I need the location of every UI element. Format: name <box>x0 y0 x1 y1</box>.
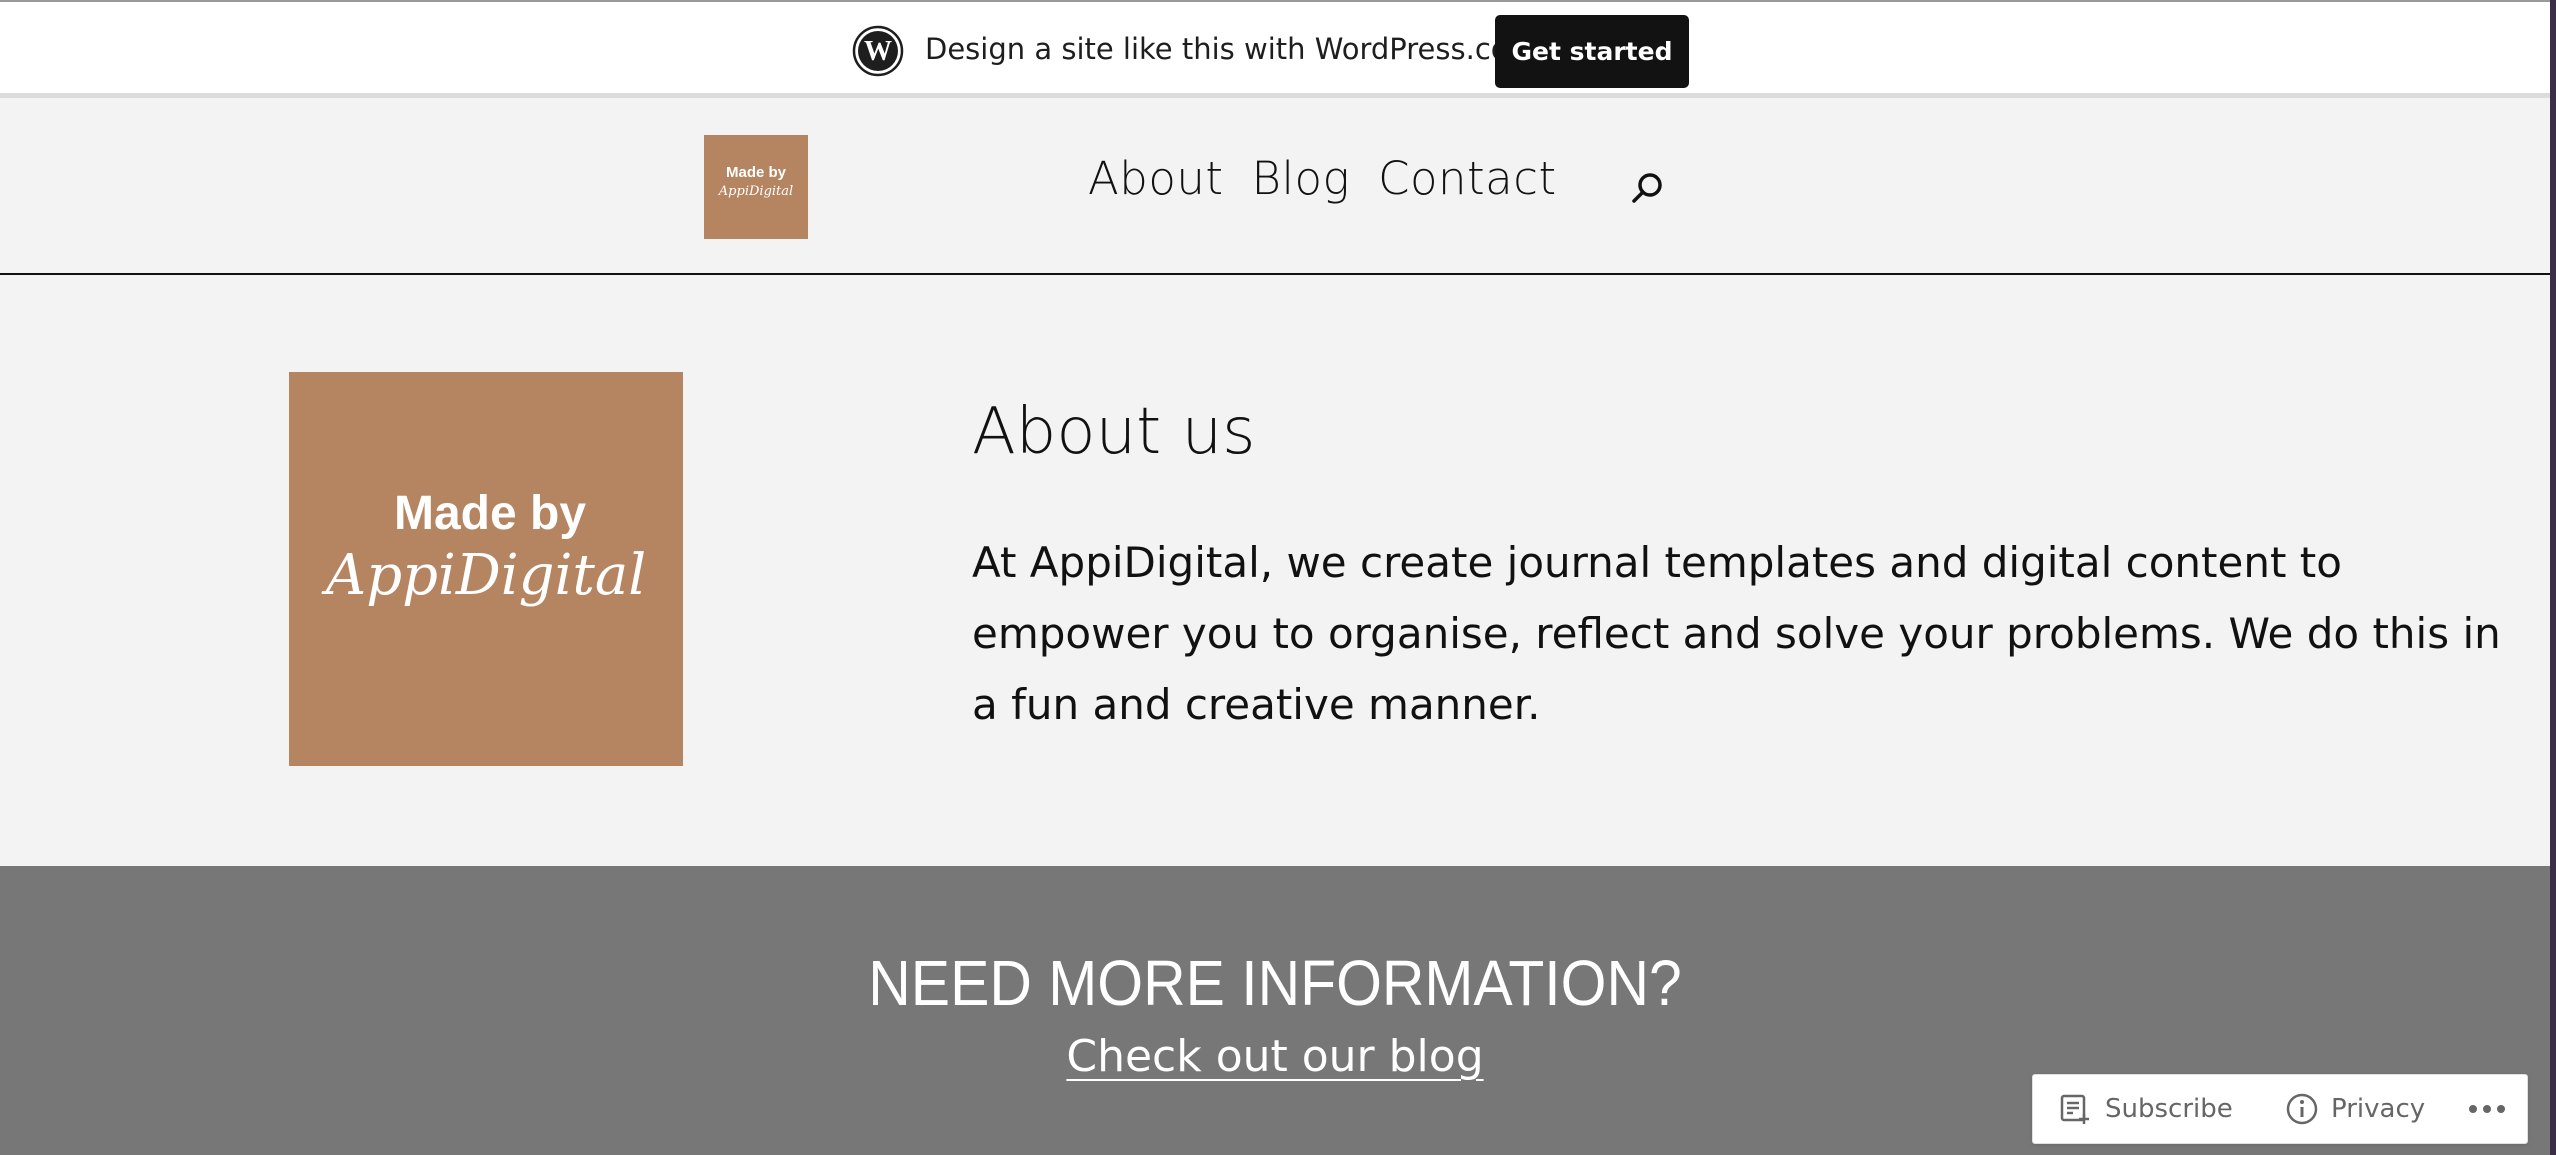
about-title: About us <box>972 395 1256 469</box>
nav-about[interactable]: About <box>1088 152 1224 205</box>
privacy-label: Privacy <box>2331 1094 2426 1124</box>
floating-action-bar: Subscribe Privacy <box>2032 1074 2528 1144</box>
svg-text:W: W <box>864 36 892 67</box>
site-logo-line2: AppiDigital <box>718 184 793 199</box>
more-info-heading: NEED MORE INFORMATION? <box>868 947 1682 1019</box>
promo-text: Design a site like this with WordPress.c… <box>925 32 1537 66</box>
wordpress-promo-bar: W Design a site like this with WordPress… <box>0 0 2550 98</box>
info-icon <box>2286 1093 2318 1125</box>
window-edge <box>2550 0 2556 1155</box>
site-header: Made by AppiDigital About Blog Contact <box>0 98 2550 275</box>
wordpress-logo-icon[interactable]: W <box>852 25 904 77</box>
main-nav: About Blog Contact <box>1088 152 1557 205</box>
nav-contact[interactable]: Contact <box>1378 152 1557 205</box>
nav-blog[interactable]: Blog <box>1252 152 1351 205</box>
subscribe-label: Subscribe <box>2105 1094 2233 1124</box>
about-image-line1: Made by <box>394 487 586 540</box>
site-logo-line1: Made by <box>726 164 787 181</box>
get-started-button[interactable]: Get started <box>1495 15 1689 88</box>
site-logo[interactable]: Made by AppiDigital <box>704 135 808 239</box>
reader-icon <box>2060 1094 2089 1124</box>
subscribe-button[interactable]: Subscribe <box>2059 1092 2233 1126</box>
search-icon[interactable] <box>1626 168 1668 210</box>
about-image-line2: AppiDigital <box>321 543 646 608</box>
about-body: At AppiDigital, we create journal templa… <box>972 538 2501 729</box>
about-image: Made by AppiDigital <box>289 372 683 766</box>
blog-link[interactable]: Check out our blog <box>1066 1031 1483 1082</box>
ellipsis-icon[interactable] <box>2467 1097 2507 1121</box>
privacy-button[interactable]: Privacy <box>2285 1092 2425 1126</box>
